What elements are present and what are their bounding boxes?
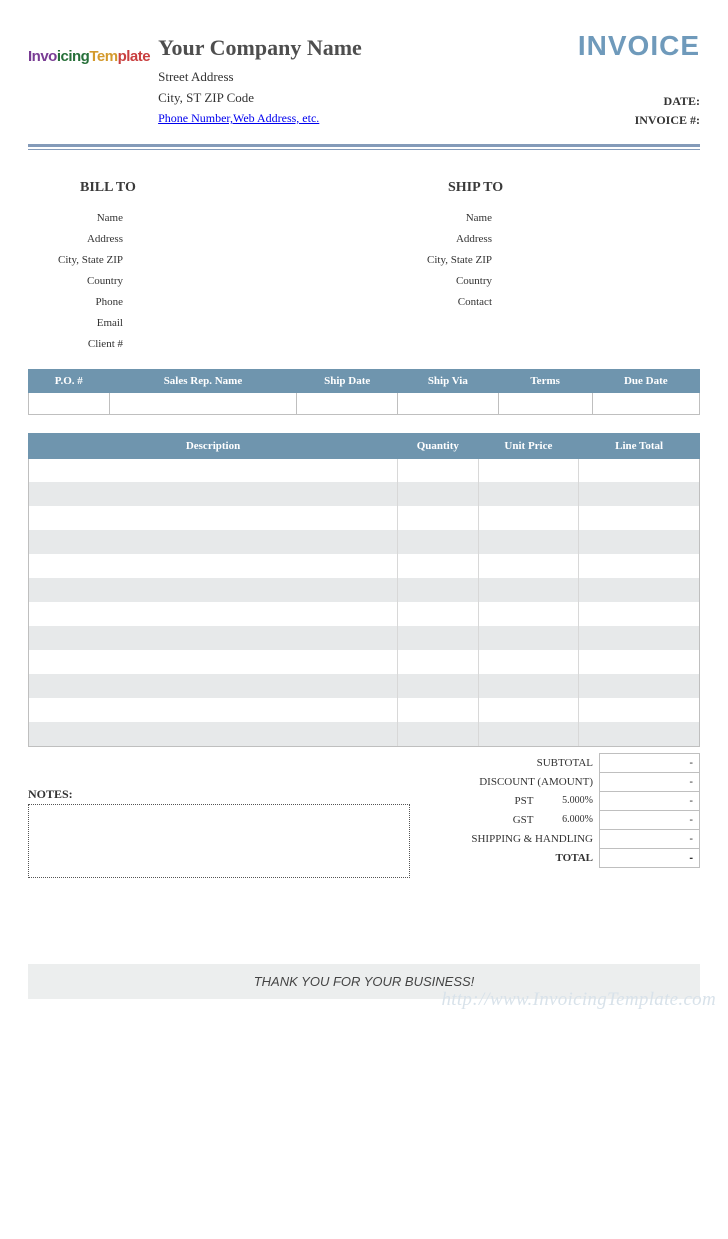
pst-rate: 5.000% [540, 791, 600, 810]
billto-label: City, State ZIP [28, 250, 123, 271]
gst-rate: 6.000% [540, 810, 600, 829]
meta-date-label: DATE: [578, 92, 700, 111]
watermark: http://www.InvoicingTemplate.com [441, 989, 716, 1011]
po-col: Ship Date [297, 369, 398, 392]
addresses: BILL TO Name Address City, State ZIP Cou… [28, 180, 700, 354]
po-col: P.O. # [29, 369, 110, 392]
po-col: Due Date [592, 369, 699, 392]
company-city: City, ST ZIP Code [158, 88, 362, 109]
po-col: Terms [498, 369, 592, 392]
item-row [29, 650, 700, 674]
company-info: Your Company Name Street Address City, S… [158, 30, 362, 128]
invoice-title: INVOICE [578, 30, 700, 62]
shipping-value: - [600, 829, 700, 848]
notes-label: NOTES: [28, 787, 410, 802]
item-row [29, 602, 700, 626]
item-row [29, 554, 700, 578]
billto-label: Client # [28, 334, 123, 355]
company-name: Your Company Name [158, 30, 362, 65]
subtotal-value: - [600, 753, 700, 772]
meta-invoice-label: INVOICE #: [578, 111, 700, 130]
subtotal-label: SUBTOTAL [430, 753, 600, 772]
shipto-label: Address [364, 229, 492, 250]
total-value: - [600, 848, 700, 867]
divider [28, 144, 700, 150]
items-table: Description Quantity Unit Price Line Tot… [28, 433, 700, 747]
pst-value: - [600, 791, 700, 810]
bill-to-head: BILL TO [28, 180, 364, 196]
header-right: INVOICE DATE: INVOICE #: [578, 30, 700, 130]
shipto-label: Name [364, 208, 492, 229]
gst-label: GST [430, 810, 540, 829]
items-col: Description [29, 433, 398, 458]
shipto-label: City, State ZIP [364, 250, 492, 271]
billto-label: Phone [28, 292, 123, 313]
billto-label: Name [28, 208, 123, 229]
discount-label: DISCOUNT (AMOUNT) [430, 772, 600, 791]
invoice-meta: DATE: INVOICE #: [578, 92, 700, 130]
ship-to-head: SHIP TO [364, 180, 700, 196]
item-row [29, 578, 700, 602]
notes-box[interactable] [28, 804, 410, 878]
item-row [29, 506, 700, 530]
po-table: P.O. # Sales Rep. Name Ship Date Ship Vi… [28, 369, 700, 415]
logo: InvoicingTemplate [28, 30, 150, 65]
shipto-label: Contact [364, 292, 492, 313]
company-street: Street Address [158, 67, 362, 88]
totals-area: NOTES: SUBTOTAL- DISCOUNT (AMOUNT)- PST5… [28, 753, 700, 878]
gst-value: - [600, 810, 700, 829]
shipping-label: SHIPPING & HANDLING [430, 829, 600, 848]
totals-table: SUBTOTAL- DISCOUNT (AMOUNT)- PST5.000%- … [430, 753, 700, 868]
ship-to: SHIP TO Name Address City, State ZIP Cou… [364, 180, 700, 354]
header-left: InvoicingTemplate Your Company Name Stre… [28, 30, 362, 128]
item-row [29, 722, 700, 746]
items-col: Line Total [579, 433, 700, 458]
billto-label: Country [28, 271, 123, 292]
header: InvoicingTemplate Your Company Name Stre… [28, 30, 700, 130]
company-contact-link[interactable]: Phone Number,Web Address, etc. [158, 111, 319, 125]
discount-value: - [600, 772, 700, 791]
po-col: Ship Via [398, 369, 499, 392]
item-row [29, 482, 700, 506]
po-col: Sales Rep. Name [109, 369, 297, 392]
pst-label: PST [430, 791, 540, 810]
billto-label: Address [28, 229, 123, 250]
item-row [29, 698, 700, 722]
total-label: TOTAL [430, 848, 600, 867]
bill-to: BILL TO Name Address City, State ZIP Cou… [28, 180, 364, 354]
item-row [29, 626, 700, 650]
item-row [29, 674, 700, 698]
billto-label: Email [28, 313, 123, 334]
item-row [29, 530, 700, 554]
po-row [29, 392, 700, 414]
items-col: Unit Price [478, 433, 579, 458]
shipto-label: Country [364, 271, 492, 292]
invoice-page: InvoicingTemplate Your Company Name Stre… [0, 0, 728, 1019]
item-row [29, 458, 700, 482]
items-col: Quantity [398, 433, 479, 458]
notes-area: NOTES: [28, 753, 410, 878]
